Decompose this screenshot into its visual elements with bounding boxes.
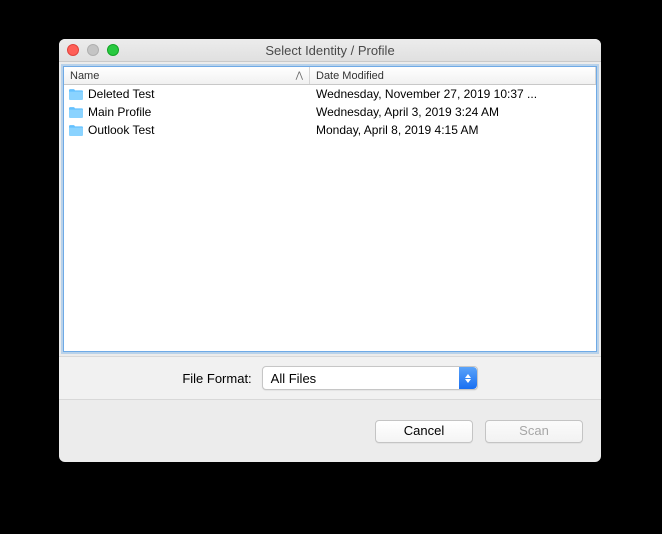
zoom-icon[interactable] [107, 44, 119, 56]
column-header-name-label: Name [70, 70, 99, 82]
table-row[interactable]: Deleted Test Wednesday, November 27, 201… [64, 85, 596, 103]
folder-icon [68, 124, 84, 137]
close-icon[interactable] [67, 44, 79, 56]
folder-icon [68, 106, 84, 119]
file-format-label: File Format: [182, 371, 251, 386]
row-name: Deleted Test [88, 87, 155, 101]
row-name: Main Profile [88, 105, 151, 119]
row-name-cell: Outlook Test [64, 123, 310, 137]
traffic-lights [59, 44, 119, 56]
row-name-cell: Deleted Test [64, 87, 310, 101]
dialog-window: Select Identity / Profile Name ⋀ Date Mo… [59, 39, 601, 462]
file-format-value: All Files [271, 371, 317, 386]
window-title: Select Identity / Profile [59, 43, 601, 58]
sort-ascending-icon: ⋀ [296, 70, 303, 81]
folder-icon [68, 88, 84, 101]
row-date: Wednesday, November 27, 2019 10:37 ... [310, 87, 596, 101]
table-row[interactable]: Main Profile Wednesday, April 3, 2019 3:… [64, 103, 596, 121]
file-rows: Deleted Test Wednesday, November 27, 201… [64, 85, 596, 351]
column-header-name[interactable]: Name ⋀ [64, 67, 310, 84]
button-bar: Cancel Scan [59, 400, 601, 462]
column-header-date[interactable]: Date Modified [310, 67, 596, 84]
row-date: Wednesday, April 3, 2019 3:24 AM [310, 105, 596, 119]
row-date: Monday, April 8, 2019 4:15 AM [310, 123, 596, 137]
scan-button: Scan [485, 420, 583, 443]
format-bar: File Format: All Files [59, 356, 601, 400]
column-headers: Name ⋀ Date Modified [64, 67, 596, 85]
row-name-cell: Main Profile [64, 105, 310, 119]
titlebar: Select Identity / Profile [59, 39, 601, 62]
file-format-select[interactable]: All Files [262, 366, 478, 390]
row-name: Outlook Test [88, 123, 154, 137]
column-header-date-label: Date Modified [316, 70, 384, 82]
cancel-button[interactable]: Cancel [375, 420, 473, 443]
select-arrows-icon [459, 367, 477, 389]
table-row[interactable]: Outlook Test Monday, April 8, 2019 4:15 … [64, 121, 596, 139]
file-list: Name ⋀ Date Modified Deleted Test Wednes… [63, 66, 597, 352]
minimize-icon [87, 44, 99, 56]
